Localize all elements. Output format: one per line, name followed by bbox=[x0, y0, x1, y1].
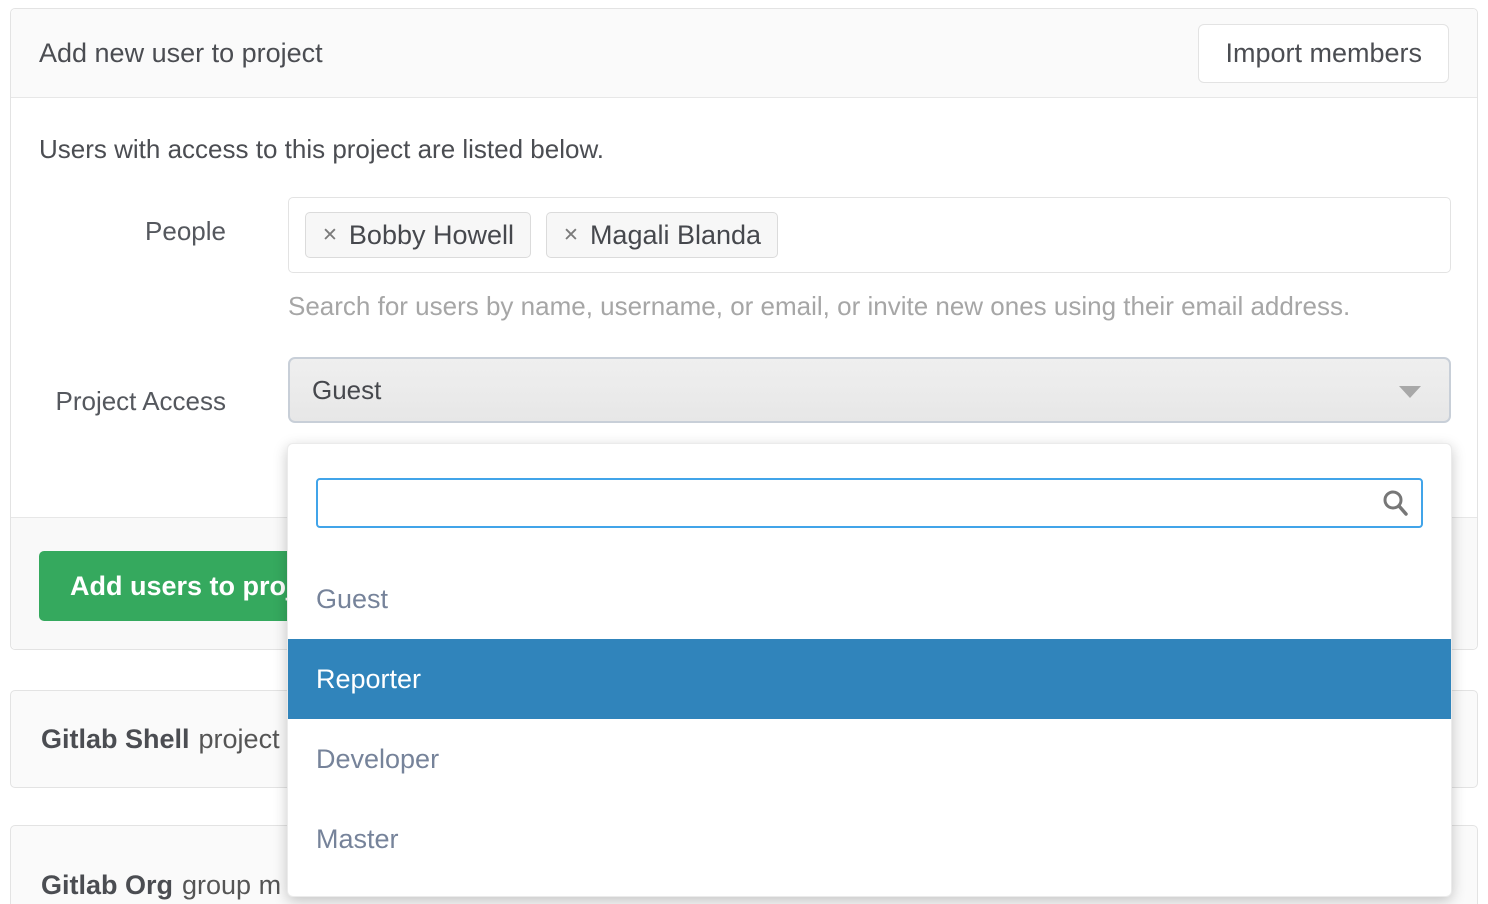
access-option-list: Guest Reporter Developer Master bbox=[288, 559, 1451, 879]
people-label: People bbox=[39, 216, 226, 247]
group-name: Gitlab Org bbox=[41, 870, 173, 901]
section-text: project bbox=[199, 724, 280, 755]
intro-text: Users with access to this project are li… bbox=[39, 134, 604, 165]
token-name: Magali Blanda bbox=[590, 220, 761, 251]
import-members-button[interactable]: Import members bbox=[1198, 24, 1449, 83]
project-access-select[interactable]: Guest bbox=[288, 357, 1451, 423]
chevron-down-icon bbox=[1399, 386, 1421, 398]
page: Add new user to project Import members U… bbox=[0, 0, 1488, 904]
people-help-text: Search for users by name, username, or e… bbox=[288, 291, 1350, 322]
remove-token-icon[interactable]: ✕ bbox=[563, 224, 579, 247]
user-token: ✕ Bobby Howell bbox=[305, 212, 531, 258]
token-name: Bobby Howell bbox=[349, 220, 514, 251]
option-reporter[interactable]: Reporter bbox=[288, 639, 1451, 719]
option-guest[interactable]: Guest bbox=[288, 559, 1451, 639]
section-text: group m bbox=[182, 870, 281, 901]
panel-title: Add new user to project bbox=[39, 38, 323, 69]
project-name: Gitlab Shell bbox=[41, 724, 190, 755]
remove-token-icon[interactable]: ✕ bbox=[322, 224, 338, 247]
dropdown-search-input[interactable] bbox=[316, 478, 1423, 528]
project-access-label: Project Access bbox=[39, 386, 226, 417]
search-icon bbox=[1381, 489, 1409, 517]
people-token-input[interactable]: ✕ Bobby Howell ✕ Magali Blanda bbox=[288, 197, 1451, 273]
access-level-dropdown: Guest Reporter Developer Master bbox=[287, 443, 1452, 897]
option-developer[interactable]: Developer bbox=[288, 719, 1451, 799]
panel-header: Add new user to project Import members bbox=[11, 9, 1477, 98]
user-token: ✕ Magali Blanda bbox=[546, 212, 778, 258]
selected-access-value: Guest bbox=[312, 375, 381, 406]
option-master[interactable]: Master bbox=[288, 799, 1451, 879]
